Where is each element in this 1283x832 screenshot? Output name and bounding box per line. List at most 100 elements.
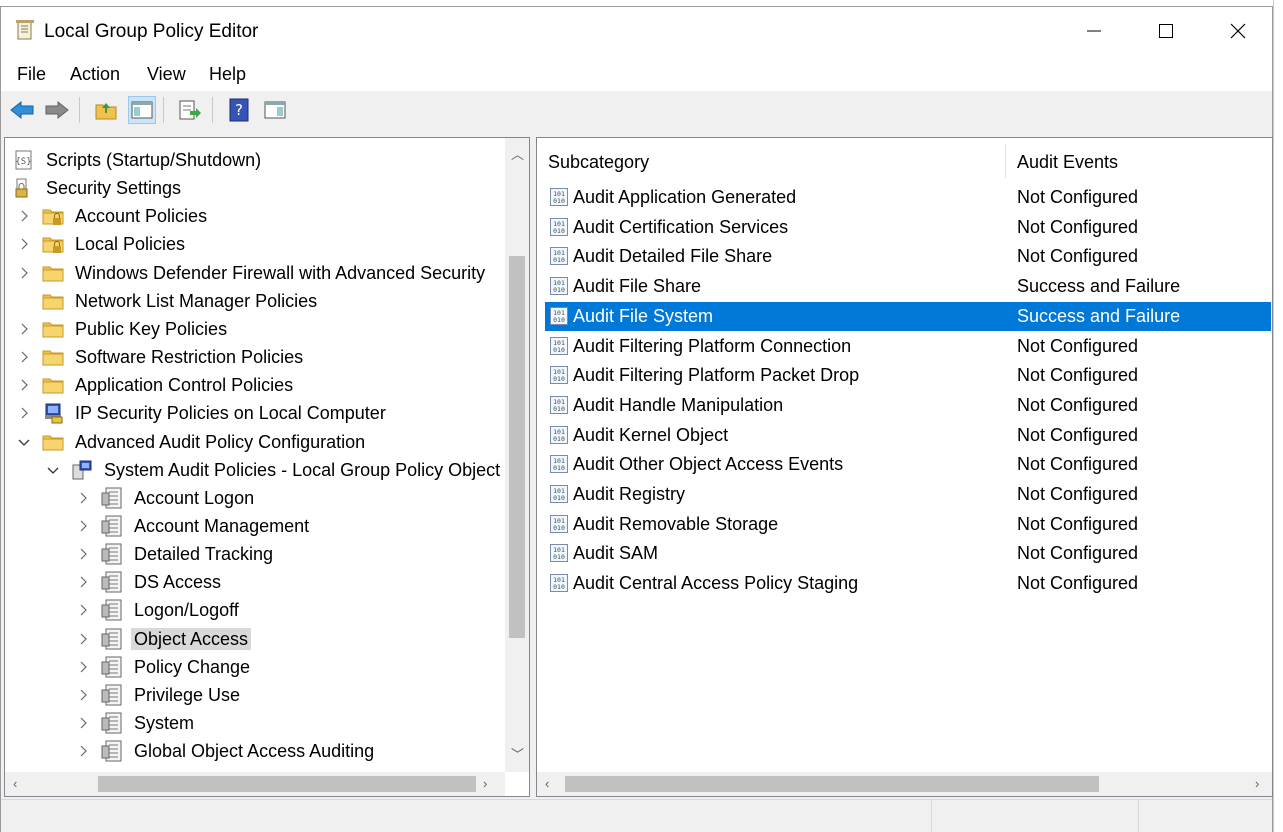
tree-item[interactable]: Network List Manager Policies — [5, 287, 505, 315]
minimize-button[interactable] — [1058, 7, 1130, 55]
tree-item[interactable]: DS Access — [5, 568, 505, 596]
tree-item[interactable]: System — [5, 709, 505, 737]
column-divider[interactable] — [1005, 144, 1006, 178]
list-horizontal-scrollbar[interactable]: ‹ › — [537, 772, 1272, 796]
tree-item[interactable]: Software Restriction Policies — [5, 343, 505, 371]
window-title: Local Group Policy Editor — [44, 21, 259, 42]
scroll-right-icon[interactable]: › — [483, 776, 487, 791]
list-item[interactable]: 101 010 Audit Registry Not Configured — [545, 480, 1271, 509]
tree-horizontal-scroll-thumb[interactable] — [98, 776, 476, 792]
tree-item[interactable]: Global Object Access Auditing — [5, 737, 505, 765]
scroll-up-icon[interactable]: ︿ — [511, 144, 524, 163]
tree-item[interactable]: Windows Defender Firewall with Advanced … — [5, 259, 505, 287]
tree-vertical-scroll-thumb[interactable] — [509, 256, 525, 638]
tree-item[interactable]: Public Key Policies — [5, 315, 505, 343]
scroll-left-icon[interactable]: ‹ — [545, 776, 549, 791]
help-button[interactable]: ? — [225, 96, 253, 124]
chevron-down-icon[interactable] — [17, 435, 31, 449]
tree-item-label: Scripts (Startup/Shutdown) — [46, 150, 262, 170]
list-item[interactable]: 101 010 Audit Certification Services Not Co… — [545, 213, 1271, 242]
tree-item[interactable]: Local Policies — [5, 230, 505, 258]
chevron-right-icon[interactable] — [76, 547, 90, 561]
chevron-right-icon[interactable] — [17, 237, 31, 251]
menu-action[interactable]: Action — [70, 64, 120, 85]
chevron-down-icon[interactable] — [46, 463, 60, 477]
subcategory-name: Audit Registry — [573, 484, 686, 504]
back-button[interactable] — [8, 96, 36, 124]
list-item[interactable]: 101 010 Audit Handle Manipulation Not Confi… — [545, 391, 1271, 420]
chevron-right-icon[interactable] — [17, 266, 31, 280]
tree-item-label: Local Policies — [75, 234, 186, 255]
list-item[interactable]: 101 010 Audit File Share Success and Failur… — [545, 272, 1271, 301]
console-tree-pane[interactable]: {S} Scripts (Startup/Shutdown) Security Se… — [4, 137, 530, 797]
chevron-right-icon[interactable] — [76, 491, 90, 505]
chevron-right-icon[interactable] — [76, 688, 90, 702]
minimize-icon — [1087, 30, 1101, 32]
list-item[interactable]: 101 010 Audit Application Generated Not Con… — [545, 183, 1271, 212]
show-hide-tree-button[interactable] — [128, 96, 156, 124]
policy-category-icon — [101, 712, 123, 734]
tree-item[interactable]: Account Management — [5, 512, 505, 540]
tree-item[interactable]: Object Access — [5, 625, 505, 653]
show-hide-action-pane-button[interactable] — [261, 96, 289, 124]
tree-item[interactable]: Policy Change — [5, 653, 505, 681]
list-item[interactable]: 101 010 Audit Kernel Object Not Configured — [545, 421, 1271, 450]
chevron-right-icon[interactable] — [17, 322, 31, 336]
menu-help[interactable]: Help — [209, 64, 246, 85]
audit-events-value: Not Configured — [1017, 394, 1139, 415]
scroll-right-icon[interactable]: › — [1255, 776, 1259, 791]
tree-vertical-scrollbar[interactable]: ︿ ﹀ — [505, 138, 529, 772]
tree-item[interactable]: Application Control Policies — [5, 371, 505, 399]
chevron-right-icon[interactable] — [76, 744, 90, 758]
chevron-right-icon[interactable] — [17, 209, 31, 223]
tree-item[interactable]: IP Security Policies on Local Computer — [5, 399, 505, 427]
column-header-subcategory[interactable]: Subcategory — [548, 152, 649, 173]
tree-item-label: Security Settings — [46, 178, 182, 199]
folder-lock-icon — [42, 205, 64, 227]
policy-category-icon — [101, 684, 123, 706]
chevron-right-icon[interactable] — [76, 519, 90, 533]
tree-item[interactable]: Privilege Use — [5, 681, 505, 709]
chevron-right-icon[interactable] — [76, 603, 90, 617]
chevron-right-icon[interactable] — [76, 716, 90, 730]
chevron-right-icon[interactable] — [17, 406, 31, 420]
tree-item[interactable]: Security Settings — [5, 174, 505, 202]
tree-item[interactable]: {S} Scripts (Startup/Shutdown) — [5, 146, 505, 174]
column-header-audit-events[interactable]: Audit Events — [1017, 152, 1118, 173]
audit-policy-icon: 101 010 — [549, 395, 569, 415]
list-item[interactable]: 101 010 Audit Filtering Platform Connectio… — [545, 332, 1271, 361]
tree-item[interactable]: System Audit Policies - Local Group Poli… — [5, 456, 505, 484]
chevron-right-icon[interactable] — [76, 575, 90, 589]
forward-button[interactable] — [43, 96, 71, 124]
policy-category-icon — [101, 515, 123, 537]
menu-file[interactable]: File — [17, 64, 46, 85]
tree-item[interactable]: Detailed Tracking — [5, 540, 505, 568]
list-item[interactable]: 101 010 Audit Removable Storage Not Configu… — [545, 510, 1271, 539]
chevron-right-icon[interactable] — [17, 378, 31, 392]
tree-item[interactable]: Account Logon — [5, 484, 505, 512]
scroll-left-icon[interactable]: ‹ — [13, 776, 17, 791]
chevron-right-icon[interactable] — [76, 660, 90, 674]
maximize-button[interactable] — [1130, 7, 1202, 55]
title-bar[interactable]: Local Group Policy Editor — [1, 7, 1272, 55]
list-item[interactable]: 101 010 Audit File System Success and Failu… — [545, 301, 1271, 331]
tree-item[interactable]: Advanced Audit Policy Configuration — [5, 428, 505, 456]
up-one-level-button[interactable] — [92, 96, 120, 124]
chevron-right-icon[interactable] — [76, 632, 90, 646]
chevron-right-icon[interactable] — [17, 350, 31, 364]
details-pane[interactable]: Subcategory Audit Events 101 010 Audit App… — [536, 137, 1273, 797]
close-button[interactable] — [1202, 7, 1274, 55]
list-item[interactable]: 101 010 Audit Detailed File Share Not Confi… — [545, 242, 1271, 271]
export-list-button[interactable] — [176, 96, 204, 124]
tree-horizontal-scrollbar[interactable]: ‹ › — [5, 772, 505, 796]
list-item[interactable]: 101 010 Audit SAM Not Configured — [545, 539, 1271, 568]
menu-view[interactable]: View — [147, 64, 186, 85]
policy-category-icon — [101, 740, 123, 762]
list-item[interactable]: 101 010 Audit Filtering Platform Packet Dr… — [545, 361, 1271, 390]
list-item[interactable]: 101 010 Audit Other Object Access Events No… — [545, 450, 1271, 479]
list-item[interactable]: 101 010 Audit Central Access Policy Stagin… — [545, 569, 1271, 598]
tree-item[interactable]: Account Policies — [5, 202, 505, 230]
tree-item[interactable]: Logon/Logoff — [5, 596, 505, 624]
scroll-down-icon[interactable]: ﹀ — [511, 744, 524, 763]
list-horizontal-scroll-thumb[interactable] — [565, 776, 1099, 792]
